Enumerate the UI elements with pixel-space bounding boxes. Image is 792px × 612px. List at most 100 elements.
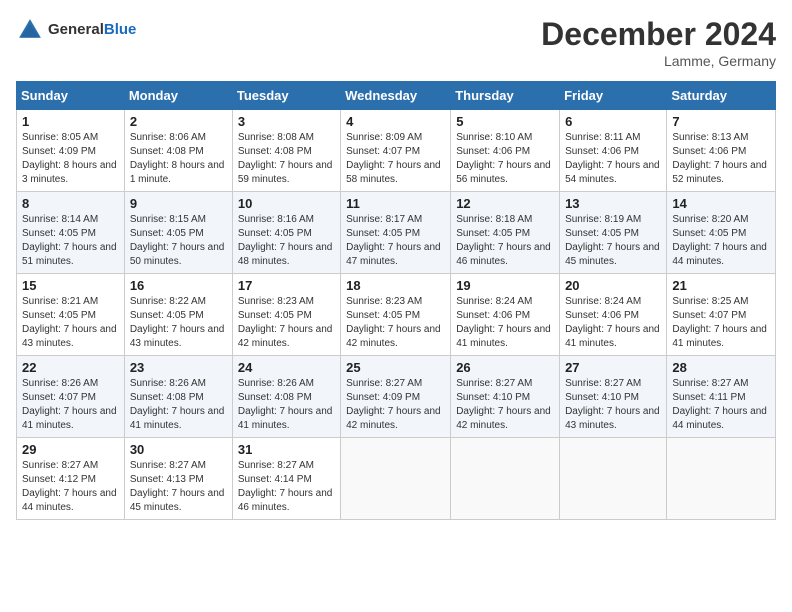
- day-number: 24: [238, 360, 335, 375]
- calendar-cell: [560, 438, 667, 520]
- day-detail: Sunrise: 8:27 AMSunset: 4:10 PMDaylight:…: [456, 377, 554, 433]
- day-detail: Sunrise: 8:24 AMSunset: 4:06 PMDaylight:…: [565, 295, 661, 351]
- day-number: 11: [346, 196, 445, 211]
- month-title: December 2024: [541, 16, 776, 53]
- calendar-cell: [667, 438, 776, 520]
- day-detail: Sunrise: 8:13 AMSunset: 4:06 PMDaylight:…: [672, 131, 770, 187]
- day-detail: Sunrise: 8:22 AMSunset: 4:05 PMDaylight:…: [130, 295, 227, 351]
- calendar-cell: 20 Sunrise: 8:24 AMSunset: 4:06 PMDayligh…: [560, 274, 667, 356]
- calendar-week-row: 1Sunrise: 8:05 AMSunset: 4:09 PMDaylight…: [17, 110, 776, 192]
- day-detail: Sunrise: 8:14 AMSunset: 4:05 PMDaylight:…: [22, 213, 119, 269]
- calendar-cell: 4 Sunrise: 8:09 AMSunset: 4:07 PMDaylight…: [341, 110, 451, 192]
- calendar-cell: 28 Sunrise: 8:27 AMSunset: 4:11 PMDayligh…: [667, 356, 776, 438]
- day-detail: Sunrise: 8:25 AMSunset: 4:07 PMDaylight:…: [672, 295, 770, 351]
- day-detail: Sunrise: 8:17 AMSunset: 4:05 PMDaylight:…: [346, 213, 445, 269]
- day-number: 2: [130, 114, 227, 129]
- day-number: 17: [238, 278, 335, 293]
- day-number: 15: [22, 278, 119, 293]
- day-detail: Sunrise: 8:18 AMSunset: 4:05 PMDaylight:…: [456, 213, 554, 269]
- col-header-saturday: Saturday: [667, 82, 776, 110]
- calendar-cell: 30 Sunrise: 8:27 AMSunset: 4:13 PMDayligh…: [124, 438, 232, 520]
- col-header-tuesday: Tuesday: [232, 82, 340, 110]
- calendar-cell: 13 Sunrise: 8:19 AMSunset: 4:05 PMDayligh…: [560, 192, 667, 274]
- col-header-monday: Monday: [124, 82, 232, 110]
- calendar-cell: 5 Sunrise: 8:10 AMSunset: 4:06 PMDaylight…: [451, 110, 560, 192]
- col-header-wednesday: Wednesday: [341, 82, 451, 110]
- day-number: 4: [346, 114, 445, 129]
- day-detail: Sunrise: 8:27 AMSunset: 4:09 PMDaylight:…: [346, 377, 445, 433]
- logo-text-blue: Blue: [104, 21, 137, 38]
- day-detail: Sunrise: 8:26 AMSunset: 4:07 PMDaylight:…: [22, 377, 119, 433]
- day-number: 6: [565, 114, 661, 129]
- day-detail: Sunrise: 8:06 AMSunset: 4:08 PMDaylight:…: [130, 131, 227, 187]
- day-number: 5: [456, 114, 554, 129]
- day-detail: Sunrise: 8:09 AMSunset: 4:07 PMDaylight:…: [346, 131, 445, 187]
- day-number: 31: [238, 442, 335, 457]
- day-number: 30: [130, 442, 227, 457]
- calendar-cell: 29Sunrise: 8:27 AMSunset: 4:12 PMDayligh…: [17, 438, 125, 520]
- day-number: 8: [22, 196, 119, 211]
- day-number: 3: [238, 114, 335, 129]
- logo-icon: [16, 16, 44, 44]
- day-number: 12: [456, 196, 554, 211]
- day-detail: Sunrise: 8:10 AMSunset: 4:06 PMDaylight:…: [456, 131, 554, 187]
- col-header-friday: Friday: [560, 82, 667, 110]
- calendar-week-row: 22 Sunrise: 8:26 AMSunset: 4:07 PMDayligh…: [17, 356, 776, 438]
- day-detail: Sunrise: 8:05 AMSunset: 4:09 PMDaylight:…: [22, 131, 119, 187]
- calendar-cell: 11 Sunrise: 8:17 AMSunset: 4:05 PMDayligh…: [341, 192, 451, 274]
- day-number: 20: [565, 278, 661, 293]
- day-detail: Sunrise: 8:27 AMSunset: 4:13 PMDaylight:…: [130, 459, 227, 515]
- calendar-cell: 22 Sunrise: 8:26 AMSunset: 4:07 PMDayligh…: [17, 356, 125, 438]
- day-number: 27: [565, 360, 661, 375]
- calendar-cell: 7 Sunrise: 8:13 AMSunset: 4:06 PMDaylight…: [667, 110, 776, 192]
- day-detail: Sunrise: 8:16 AMSunset: 4:05 PMDaylight:…: [238, 213, 335, 269]
- day-number: 13: [565, 196, 661, 211]
- day-number: 16: [130, 278, 227, 293]
- calendar-cell: 25 Sunrise: 8:27 AMSunset: 4:09 PMDayligh…: [341, 356, 451, 438]
- day-detail: Sunrise: 8:26 AMSunset: 4:08 PMDaylight:…: [238, 377, 335, 433]
- calendar-week-row: 15Sunrise: 8:21 AMSunset: 4:05 PMDayligh…: [17, 274, 776, 356]
- calendar-cell: 21Sunrise: 8:25 AMSunset: 4:07 PMDayligh…: [667, 274, 776, 356]
- day-detail: Sunrise: 8:27 AMSunset: 4:10 PMDaylight:…: [565, 377, 661, 433]
- calendar-cell: 31Sunrise: 8:27 AMSunset: 4:14 PMDayligh…: [232, 438, 340, 520]
- day-detail: Sunrise: 8:08 AMSunset: 4:08 PMDaylight:…: [238, 131, 335, 187]
- day-detail: Sunrise: 8:19 AMSunset: 4:05 PMDaylight:…: [565, 213, 661, 269]
- day-detail: Sunrise: 8:11 AMSunset: 4:06 PMDaylight:…: [565, 131, 661, 187]
- calendar-cell: 12 Sunrise: 8:18 AMSunset: 4:05 PMDayligh…: [451, 192, 560, 274]
- col-header-sunday: Sunday: [17, 82, 125, 110]
- calendar-cell: [451, 438, 560, 520]
- calendar-cell: 8 Sunrise: 8:14 AMSunset: 4:05 PMDaylight…: [17, 192, 125, 274]
- calendar-cell: 23 Sunrise: 8:26 AMSunset: 4:08 PMDayligh…: [124, 356, 232, 438]
- calendar-week-row: 29Sunrise: 8:27 AMSunset: 4:12 PMDayligh…: [17, 438, 776, 520]
- calendar-cell: 19 Sunrise: 8:24 AMSunset: 4:06 PMDayligh…: [451, 274, 560, 356]
- calendar-cell: 24 Sunrise: 8:26 AMSunset: 4:08 PMDayligh…: [232, 356, 340, 438]
- day-number: 23: [130, 360, 227, 375]
- calendar-cell: 18Sunrise: 8:23 AMSunset: 4:05 PMDayligh…: [341, 274, 451, 356]
- day-detail: Sunrise: 8:23 AMSunset: 4:05 PMDaylight:…: [238, 295, 335, 351]
- calendar-week-row: 8 Sunrise: 8:14 AMSunset: 4:05 PMDaylight…: [17, 192, 776, 274]
- calendar-table: SundayMondayTuesdayWednesdayThursdayFrid…: [16, 81, 776, 520]
- day-detail: Sunrise: 8:24 AMSunset: 4:06 PMDaylight:…: [456, 295, 554, 351]
- logo-text-general: General: [48, 21, 104, 38]
- calendar-cell: [341, 438, 451, 520]
- calendar-cell: 10Sunrise: 8:16 AMSunset: 4:05 PMDayligh…: [232, 192, 340, 274]
- calendar-cell: 3 Sunrise: 8:08 AMSunset: 4:08 PMDaylight…: [232, 110, 340, 192]
- day-number: 18: [346, 278, 445, 293]
- day-detail: Sunrise: 8:20 AMSunset: 4:05 PMDaylight:…: [672, 213, 770, 269]
- day-detail: Sunrise: 8:27 AMSunset: 4:12 PMDaylight:…: [22, 459, 119, 515]
- calendar-cell: 1Sunrise: 8:05 AMSunset: 4:09 PMDaylight…: [17, 110, 125, 192]
- calendar-cell: 15Sunrise: 8:21 AMSunset: 4:05 PMDayligh…: [17, 274, 125, 356]
- day-number: 19: [456, 278, 554, 293]
- day-number: 25: [346, 360, 445, 375]
- logo: GeneralBlue: [16, 16, 136, 44]
- day-detail: Sunrise: 8:27 AMSunset: 4:11 PMDaylight:…: [672, 377, 770, 433]
- day-number: 7: [672, 114, 770, 129]
- calendar-cell: 16 Sunrise: 8:22 AMSunset: 4:05 PMDayligh…: [124, 274, 232, 356]
- day-number: 9: [130, 196, 227, 211]
- day-detail: Sunrise: 8:15 AMSunset: 4:05 PMDaylight:…: [130, 213, 227, 269]
- page-header: GeneralBlue December 2024 Lamme, Germany: [16, 16, 776, 69]
- calendar-cell: 6 Sunrise: 8:11 AMSunset: 4:06 PMDaylight…: [560, 110, 667, 192]
- day-number: 22: [22, 360, 119, 375]
- day-detail: Sunrise: 8:26 AMSunset: 4:08 PMDaylight:…: [130, 377, 227, 433]
- day-number: 28: [672, 360, 770, 375]
